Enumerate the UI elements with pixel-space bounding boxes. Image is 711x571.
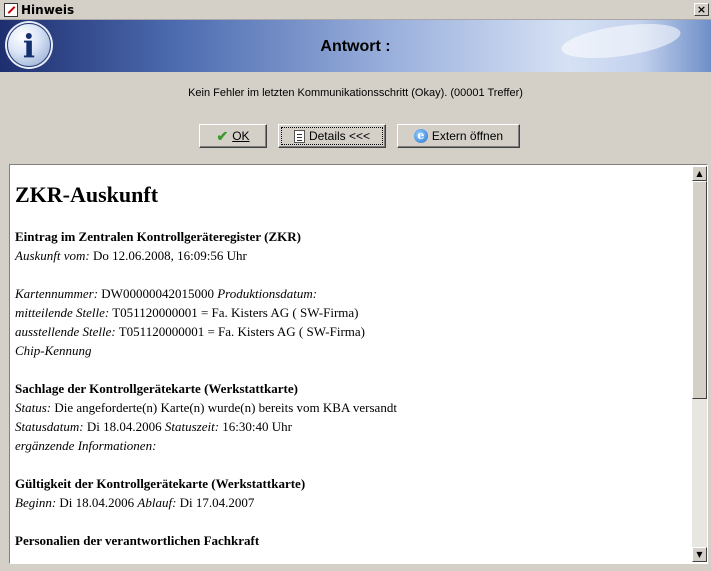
- window-title: Hinweis: [21, 3, 75, 17]
- section-title-gueltigkeit: Gültigkeit der Kontrollgerätekarte (Werk…: [15, 476, 306, 491]
- ausstellende-stelle-row: ausstellende Stelle: T051120000001 = Fa.…: [15, 324, 365, 339]
- extern-open-button[interactable]: e Extern öffnen: [397, 124, 520, 148]
- browser-icon: e: [413, 129, 428, 143]
- extern-open-button-label: Extern öffnen: [431, 129, 504, 143]
- statusdatum-row: Statusdatum: Di 18.04.2006 Statuszeit: 1…: [15, 419, 292, 434]
- section-title-personalien: Personalien der verantwortlichen Fachkra…: [15, 533, 260, 548]
- ok-button-label: OK: [232, 129, 250, 143]
- kartennummer-row: Kartennummer: DW00000042015000 Produktio…: [15, 286, 318, 301]
- chip-kennung-row: Chip-Kennung: [15, 343, 92, 358]
- app-icon: [4, 3, 18, 17]
- checkmark-icon: ✔: [216, 127, 229, 144]
- details-button[interactable]: Details <<<: [278, 124, 386, 148]
- scroll-down-button[interactable]: ▼: [692, 547, 707, 562]
- title-bar: Hinweis ×: [0, 0, 711, 20]
- scroll-thumb[interactable]: [692, 181, 707, 399]
- document-icon: [293, 129, 305, 143]
- close-button[interactable]: ×: [694, 3, 709, 16]
- mitteilende-stelle-row: mitteilende Stelle: T051120000001 = Fa. …: [15, 305, 359, 320]
- banner-title: Antwort :: [320, 38, 391, 55]
- status-row: Status: Die angeforderte(n) Karte(n) wur…: [15, 400, 397, 415]
- report-content: ZKR-Auskunft Eintrag im Zentralen Kontro…: [11, 166, 691, 562]
- section-title-sachlage: Sachlage der Kontrollgerätekarte (Werkst…: [15, 381, 298, 396]
- report-heading: ZKR-Auskunft: [15, 182, 159, 207]
- ergaenzende-info-row: ergänzende Informationen:: [15, 438, 157, 453]
- details-button-label: Details <<<: [308, 129, 371, 143]
- auskunft-row: Auskunft vom: Do 12.06.2008, 16:09:56 Uh…: [15, 248, 247, 263]
- header-banner: i Antwort :: [0, 20, 711, 72]
- ok-button[interactable]: ✔ OK: [199, 124, 267, 148]
- vertical-scrollbar[interactable]: ▲ ▼: [692, 166, 707, 562]
- gueltigkeit-row: Beginn: Di 18.04.2006 Ablauf: Di 17.04.2…: [15, 495, 255, 510]
- report-view[interactable]: ZKR-Auskunft Eintrag im Zentralen Kontro…: [9, 164, 708, 564]
- scroll-up-button[interactable]: ▲: [692, 166, 707, 181]
- status-message: Kein Fehler im letzten Kommunikationssch…: [188, 87, 523, 99]
- section-title-zkr: Eintrag im Zentralen Kontrollgeräteregis…: [15, 229, 301, 244]
